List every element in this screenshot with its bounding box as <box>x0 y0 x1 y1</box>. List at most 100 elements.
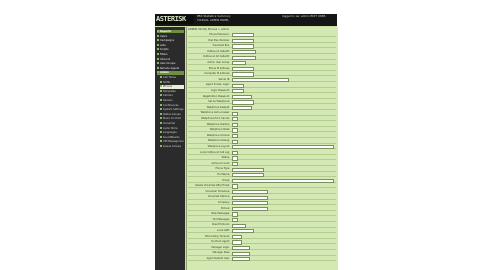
field-input[interactable] <box>232 150 238 156</box>
sidebar-item-call-times[interactable]: Call Times <box>160 76 184 79</box>
sidebar-item-servers[interactable]: Servers <box>160 99 184 102</box>
field-input[interactable] <box>232 195 268 200</box>
field-input[interactable] <box>232 55 256 60</box>
field-input[interactable] <box>232 44 254 49</box>
field-input[interactable] <box>232 201 268 206</box>
form-row: On-Hook Agent: <box>188 240 336 245</box>
form-row: Client Protocol: <box>188 223 336 228</box>
field-input[interactable] <box>232 229 254 234</box>
field-input[interactable] <box>232 50 256 55</box>
field-label: Manager Pass: <box>212 251 230 255</box>
menu-bullet-icon <box>157 48 159 51</box>
field-input[interactable] <box>232 257 250 262</box>
sidebar-item-queue-groups[interactable]: Queue Groups <box>160 145 184 148</box>
field-input[interactable] <box>232 246 250 251</box>
sidebar-item-system-settings[interactable]: System Settings <box>160 108 184 111</box>
field-input[interactable] <box>232 117 238 122</box>
field-input[interactable] <box>232 212 238 217</box>
field-input[interactable] <box>232 223 246 228</box>
sidebar-item-label: Remote Agents <box>160 66 180 70</box>
sidebar-item-label: Scripts <box>160 48 169 52</box>
form-row: Voicemail Timezone: <box>188 190 336 195</box>
sidebar-item-users[interactable]: Users <box>157 34 184 38</box>
sidebar-item-reports[interactable]: Reports <box>157 30 184 34</box>
field-input[interactable] <box>232 139 238 144</box>
field-input[interactable] <box>232 122 238 128</box>
field-input[interactable] <box>232 206 268 212</box>
form-row: Email: <box>188 178 336 184</box>
sidebar-item-templates[interactable]: Templates <box>160 89 184 93</box>
menu-bullet-icon <box>160 145 162 147</box>
field-input[interactable] <box>232 145 334 150</box>
field-input[interactable] <box>232 167 264 172</box>
sidebar-item-lists[interactable]: Lists <box>157 43 184 47</box>
sidebar-item-carriers[interactable]: Carriers <box>160 94 184 97</box>
sidebar-item-admin[interactable]: Admin <box>157 71 184 75</box>
sidebar-item-music-on-hold[interactable]: Music On Hold <box>160 117 184 120</box>
sidebar-item-voicemail[interactable]: Voicemail <box>160 122 184 125</box>
menu-bullet-icon <box>157 53 159 55</box>
field-input[interactable] <box>232 111 238 116</box>
field-input[interactable] <box>232 89 244 94</box>
sidebar-item-phones[interactable]: Phones <box>160 85 184 89</box>
sidebar-item-label: Admin <box>160 71 169 75</box>
field-label: Company: <box>217 201 230 204</box>
sidebar-item-vm-message-groups[interactable]: VM Message Groups <box>160 140 184 143</box>
sidebar-item-filters[interactable]: Filters <box>157 53 184 56</box>
field-input[interactable] <box>232 38 254 44</box>
sidebar-item-label: Reports <box>160 30 172 33</box>
menu-bullet-icon <box>160 103 162 106</box>
form-row: Voicemail Box: <box>188 44 336 49</box>
menu-bullet-icon <box>160 140 162 143</box>
field-input[interactable] <box>232 61 246 66</box>
user-line[interactable]: logged in as: admin EDIT USER <box>282 15 325 18</box>
field-input[interactable] <box>232 218 238 223</box>
menu-bullet-icon <box>160 94 162 97</box>
sidebar-item-languages[interactable]: Languages <box>160 131 184 134</box>
field-input[interactable] <box>232 173 264 178</box>
sidebar-item-inbound[interactable]: Inbound <box>157 57 184 61</box>
form-row: Manager Login: <box>188 246 336 251</box>
field-input[interactable] <box>232 33 254 38</box>
field-input[interactable] <box>232 240 242 245</box>
form-row: Dial Plan Number: <box>188 38 336 44</box>
field-label: Agent Screen Login: <box>205 83 230 87</box>
field-input[interactable] <box>232 251 250 256</box>
field-input[interactable] <box>232 66 254 72</box>
form-row: Local GMT: <box>188 229 336 234</box>
menu-bullet-icon <box>160 122 162 124</box>
sidebar-item-label: Audio Store <box>163 126 178 130</box>
sidebar-item-campaigns[interactable]: Campaigns <box>157 39 184 42</box>
sidebar-item-shifts[interactable]: Shifts <box>160 80 184 84</box>
sidebar-item-conferences[interactable]: Conferences <box>160 103 184 107</box>
field-input[interactable] <box>232 72 254 77</box>
field-label: Login Password: <box>210 89 230 92</box>
field-input[interactable] <box>232 78 289 83</box>
form-row: Agent Screen Login: <box>188 83 336 88</box>
field-input[interactable] <box>232 94 252 100</box>
sidebar-item-scripts[interactable]: Scripts <box>157 48 184 51</box>
sidebar-item-remote-agents[interactable]: Remote Agents <box>157 66 184 70</box>
field-input[interactable] <box>232 184 238 189</box>
sidebar-item-soundboards[interactable]: SoundBoards <box>160 135 184 139</box>
menu-bullet-icon <box>157 30 159 32</box>
field-input[interactable] <box>232 128 238 133</box>
sidebar-item-status-groups[interactable]: Status Groups <box>160 112 184 116</box>
sidebar-item-user-groups[interactable]: User Groups <box>157 62 184 65</box>
field-input[interactable] <box>232 100 254 105</box>
field-input[interactable] <box>232 162 238 167</box>
field-input[interactable] <box>232 156 238 161</box>
field-input[interactable] <box>232 234 242 240</box>
field-label: On-Hook Agent: <box>210 240 230 244</box>
form-row: Computer IP address: <box>188 72 336 77</box>
field-input[interactable] <box>232 83 244 88</box>
field-input[interactable] <box>232 190 268 195</box>
sidebar-item-label: Carriers <box>163 94 173 98</box>
field-input[interactable] <box>232 178 334 184</box>
field-label: Webphone Layout: <box>207 145 230 148</box>
field-input[interactable] <box>232 106 252 111</box>
breadcrumb: ADMIN: Modify Phones > Admin <box>188 28 230 31</box>
field-input[interactable] <box>232 134 238 139</box>
sidebar-item-audio-store[interactable]: Audio Store <box>160 126 184 130</box>
sidebar-item-label: Filters <box>160 53 168 56</box>
